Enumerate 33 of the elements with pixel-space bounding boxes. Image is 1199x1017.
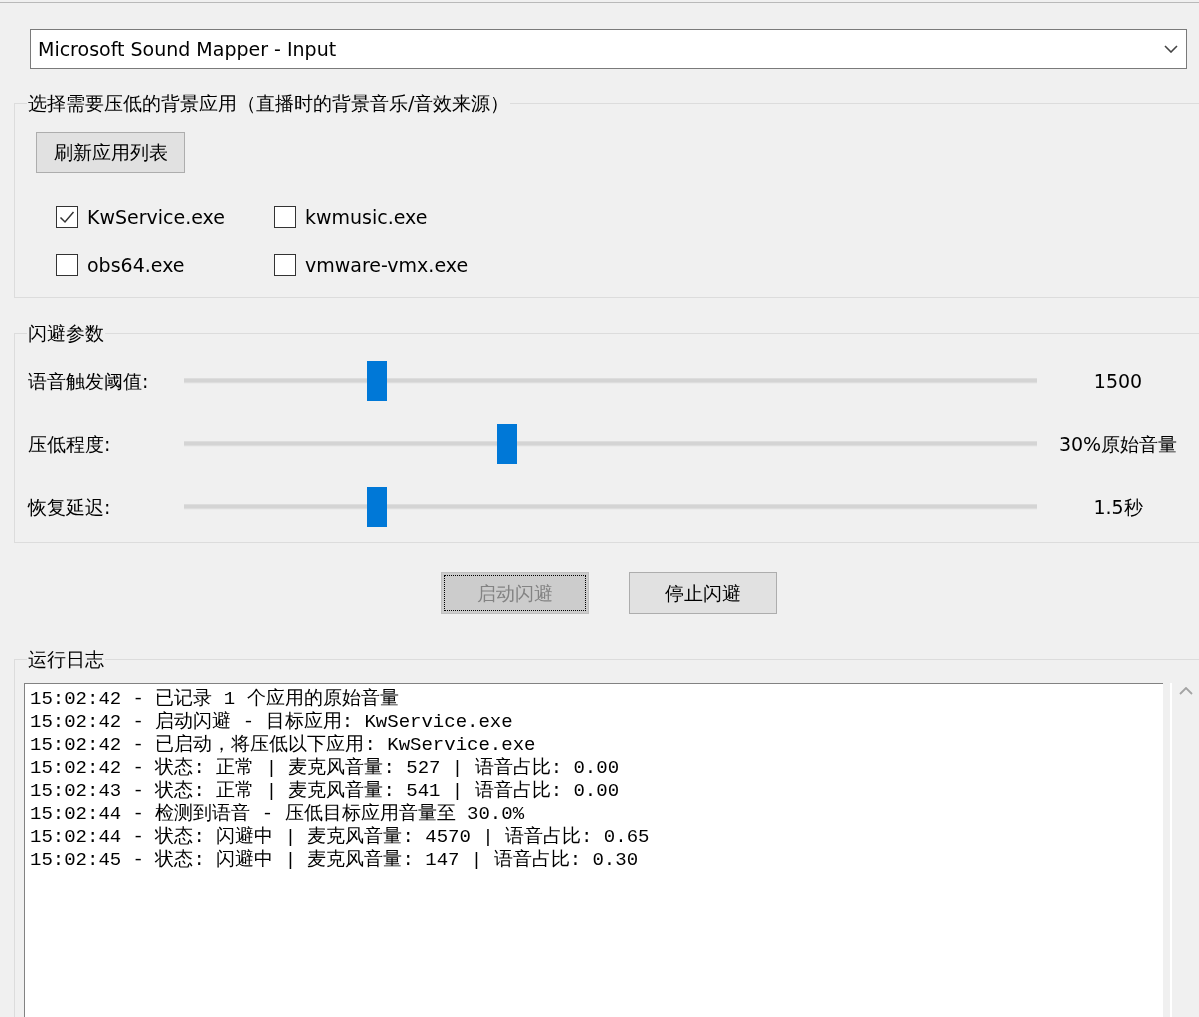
log-line: 15:02:42 - 启动闪避 - 目标应用: KwService.exe [30, 711, 514, 734]
checkbox-label[interactable]: kwmusic.exe [305, 202, 428, 232]
slider-thumb[interactable] [367, 487, 388, 527]
checkbox[interactable] [56, 254, 78, 276]
slider-label: 压低程度: [28, 431, 112, 457]
device-dropdown[interactable]: Microsoft Sound Mapper - Input [30, 29, 1187, 69]
chevron-up-icon[interactable] [1178, 687, 1193, 695]
log-line: 15:02:43 - 状态: 正常 | 麦克风音量: 541 | 语音占比: 0.00 [30, 780, 621, 803]
checkbox-label[interactable]: KwService.exe [87, 202, 225, 232]
checkbox[interactable] [56, 206, 78, 228]
slider-thumb[interactable] [367, 361, 388, 401]
log-line: 15:02:44 - 状态: 闪避中 | 麦克风音量: 4570 | 语音占比: 0.65 [30, 826, 651, 849]
group-title: 运行日志 [27, 647, 105, 671]
slider-label: 语音触发阈值: [28, 368, 150, 394]
log-line: 15:02:42 - 已启动，将压低以下应用: KwService.exe [30, 734, 537, 757]
chevron-down-icon [1164, 45, 1178, 53]
checkbox-label[interactable]: obs64.exe [87, 250, 185, 280]
slider-label: 恢复延迟: [28, 494, 112, 520]
checkbox[interactable] [274, 206, 296, 228]
log-line: 15:02:42 - 已记录 1 个应用的原始音量 [30, 688, 400, 711]
log-line: 15:02:44 - 检测到语音 - 压低目标应用音量至 30.0% [30, 803, 526, 826]
slider-value: 1.5秒 [1092, 494, 1144, 520]
group-title: 闪避参数 [27, 321, 105, 345]
slider-thumb[interactable] [497, 424, 518, 464]
checkbox-label[interactable]: vmware-vmx.exe [305, 250, 469, 280]
slider-value: 30%原始音量 [1057, 431, 1179, 457]
refresh-button[interactable]: 刷新应用列表 [36, 132, 185, 173]
log-line: 15:02:42 - 状态: 正常 | 麦克风音量: 527 | 语音占比: 0.00 [30, 757, 621, 780]
group-title: 选择需要压低的背景应用（直播时的背景音乐/音效来源） [27, 91, 511, 115]
action-button[interactable]: 停止闪避 [628, 572, 777, 614]
slider-value: 1500 [1092, 368, 1144, 394]
log-line: 15:02:45 - 状态: 闪避中 | 麦克风音量: 147 | 语音占比: 0.30 [30, 849, 640, 872]
checkbox[interactable] [274, 254, 296, 276]
